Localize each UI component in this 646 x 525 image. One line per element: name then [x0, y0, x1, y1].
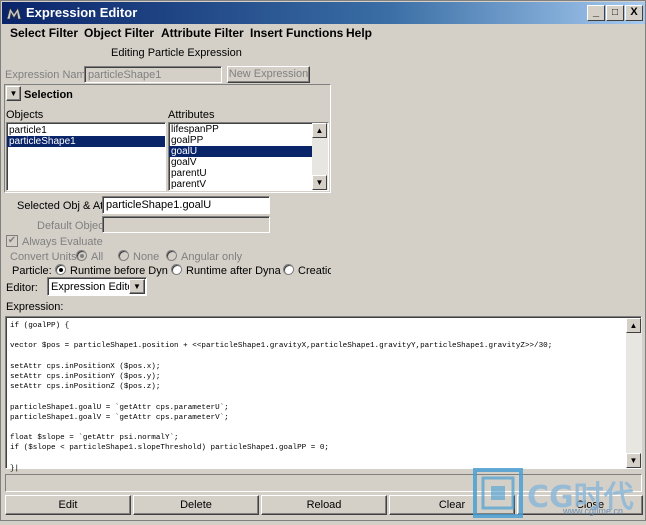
selected-obj-attr-field[interactable]: particleShape1.goalU	[102, 196, 270, 214]
cg-watermark: CG时代 www.cgtime.cn	[471, 466, 646, 522]
new-expression-button[interactable]: New Expression	[227, 66, 310, 83]
menu-insert-functions[interactable]: Insert Functions	[250, 26, 343, 40]
editor-scroll-up-icon[interactable]: ▲	[626, 318, 641, 333]
default-object-field[interactable]	[102, 216, 270, 233]
delete-button[interactable]: Delete	[133, 495, 259, 515]
expression-name-label: Expression Name	[5, 69, 92, 81]
code-line: float $slope = `getAttr psi.normalY`;	[10, 434, 179, 443]
minimize-button[interactable]: _	[587, 5, 605, 21]
convert-angular-label: Angular only	[181, 251, 243, 263]
code-line: if ($slope < particleShape1.slopeThresho…	[10, 444, 329, 453]
watermark-url: www.cgtime.cn	[563, 506, 624, 516]
title-bar[interactable]: Expression Editor _ □ X	[2, 2, 645, 24]
attributes-label: Attributes	[168, 109, 215, 121]
runtime-after-label: Runtime after Dynamics	[186, 265, 281, 277]
convert-none-label: None	[133, 251, 160, 263]
collapse-selection-toggle[interactable]: ▼	[6, 86, 21, 101]
maya-app-icon	[6, 7, 22, 20]
expression-text-area[interactable]: if (goalPP) { vector $pos = particleShap…	[5, 316, 642, 473]
object-item-particle1[interactable]: particle1	[7, 125, 165, 136]
menu-attribute-filter[interactable]: Attribute Filter	[161, 26, 244, 40]
editor-scrollbar[interactable]	[626, 318, 642, 468]
code-line: setAttr cps.inPositionY ($pos.y);	[10, 373, 161, 382]
expression-label: Expression:	[6, 301, 64, 313]
selected-obj-attr-label: Selected Obj & Attr	[17, 200, 110, 212]
creation-label: Creation	[298, 265, 331, 277]
convert-units-label: Convert Units:	[10, 251, 80, 263]
attribute-item[interactable]: goalPP	[169, 135, 328, 146]
runtime-after-radio[interactable]	[171, 264, 182, 275]
runtime-before-label: Runtime before Dynamics	[70, 265, 168, 277]
convert-none-radio[interactable]	[118, 250, 129, 261]
menu-help[interactable]: Help	[346, 26, 372, 40]
scroll-down-arrow-icon[interactable]: ▼	[312, 175, 327, 190]
convert-all-radio[interactable]	[76, 250, 87, 261]
expression-name-field[interactable]: particleShape1	[84, 66, 222, 83]
object-item-particleshape1[interactable]: particleShape1	[7, 136, 165, 147]
selection-title: Selection	[24, 89, 73, 101]
default-object-label: Default Object	[37, 220, 107, 232]
editor-label: Editor:	[6, 282, 38, 294]
objects-label: Objects	[6, 109, 44, 121]
attribute-item[interactable]: parentU	[169, 168, 328, 179]
editing-heading: Editing Particle Expression	[111, 47, 242, 59]
edit-button[interactable]: Edit	[5, 495, 131, 515]
editor-dropdown-icon[interactable]: ▼	[129, 279, 145, 294]
code-line: particleShape1.goalV = `getAttr cps.para…	[10, 413, 229, 422]
attribute-item[interactable]: goalV	[169, 157, 328, 168]
always-evaluate-checkbox[interactable]: ✔	[6, 235, 18, 247]
menu-object-filter[interactable]: Object Filter	[84, 26, 154, 40]
editor-select-value: Expression Editor	[51, 281, 138, 293]
creation-radio[interactable]	[283, 264, 294, 275]
attribute-item-selected[interactable]: goalU	[169, 146, 328, 157]
code-line: vector $pos = particleShape1.position + …	[10, 342, 553, 351]
code-line: if (goalPP) {	[10, 322, 70, 330]
code-line: setAttr cps.inPositionX ($pos.x);	[10, 362, 161, 371]
scroll-up-arrow-icon[interactable]: ▲	[312, 123, 327, 138]
attribute-item[interactable]: parentV	[169, 179, 328, 190]
always-evaluate-label: Always Evaluate	[22, 236, 103, 248]
expression-code[interactable]: if (goalPP) { vector $pos = particleShap…	[10, 321, 552, 474]
convert-all-label: All	[91, 251, 104, 263]
code-line: particleShape1.goalU = `getAttr cps.para…	[10, 403, 229, 412]
menu-bar: Select Filter Object Filter Attribute Fi…	[2, 24, 645, 44]
reload-button[interactable]: Reload	[261, 495, 387, 515]
attribute-item[interactable]: lifespanPP	[169, 124, 328, 135]
maximize-button[interactable]: □	[606, 5, 624, 21]
expression-editor-window: Expression Editor _ □ X Select Filter Ob…	[0, 0, 646, 521]
menu-select-filter[interactable]: Select Filter	[10, 26, 78, 40]
close-window-button[interactable]: X	[625, 5, 643, 21]
convert-angular-radio[interactable]	[166, 250, 177, 261]
objects-list[interactable]: particle1 particleShape1	[6, 122, 166, 191]
code-line: setAttr cps.inPositionZ ($pos.z);	[10, 383, 161, 392]
runtime-before-radio[interactable]	[55, 264, 66, 275]
attributes-list[interactable]: lifespanPP goalPP goalU goalV parentU pa…	[168, 122, 329, 191]
window-title: Expression Editor	[26, 5, 138, 20]
particle-label: Particle:	[12, 265, 52, 277]
